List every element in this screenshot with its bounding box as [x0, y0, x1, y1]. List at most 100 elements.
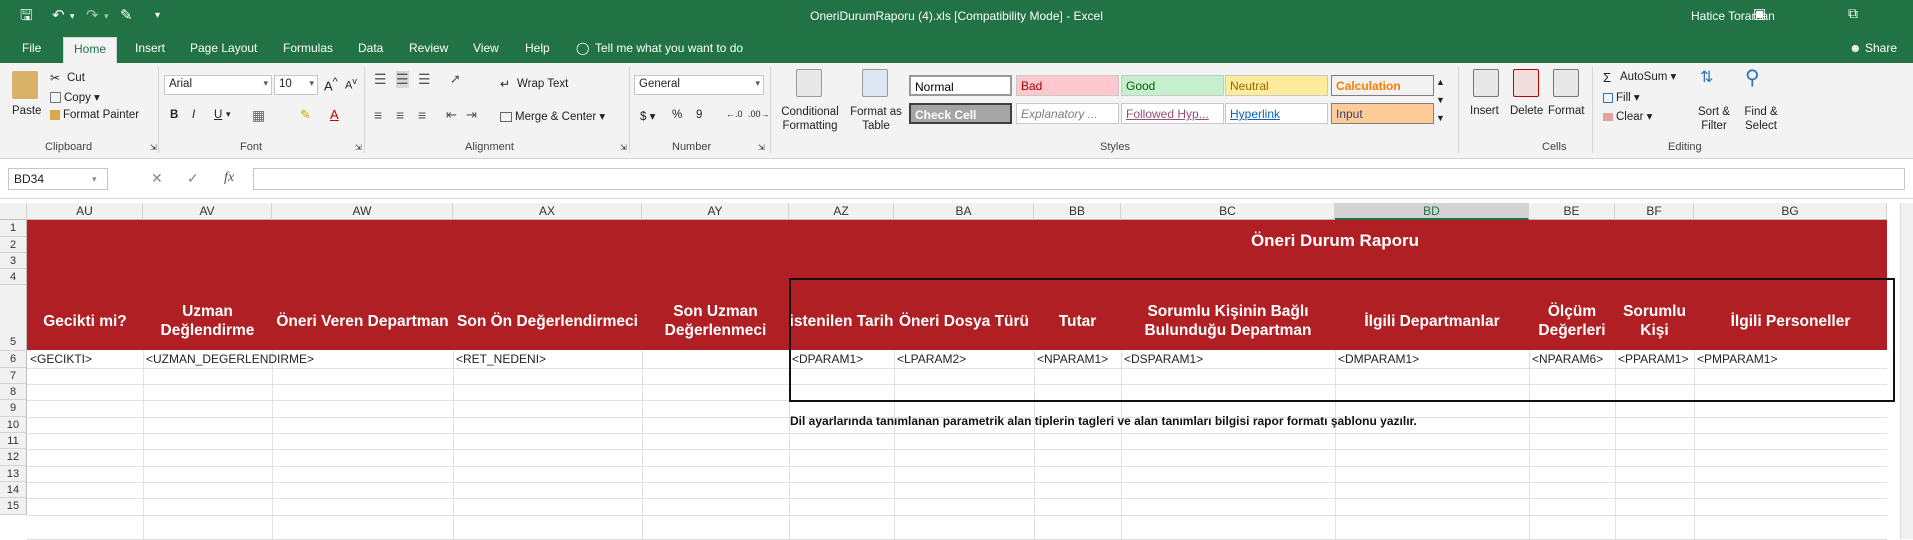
row-header-4[interactable]: 4 — [0, 269, 27, 285]
increase-decimal-icon[interactable]: ←.0 — [726, 109, 743, 119]
row-header-15[interactable]: 15 — [0, 498, 27, 515]
clipboard-launcher-icon[interactable]: ⇲ — [150, 143, 157, 152]
column-header-bf[interactable]: BF — [1615, 203, 1694, 220]
borders-icon[interactable]: ▦ — [252, 107, 265, 124]
row-header-10[interactable]: 10 — [0, 417, 27, 433]
font-size-select[interactable]: 10 — [274, 75, 318, 95]
align-center-icon[interactable]: ≡ — [396, 107, 404, 123]
bold-button[interactable]: B — [170, 109, 178, 121]
clear-button[interactable]: Clear ▾ — [1603, 109, 1652, 123]
align-left-icon[interactable]: ≡ — [374, 107, 382, 123]
tab-review[interactable]: Review — [409, 41, 448, 55]
column-header-av[interactable]: AV — [143, 203, 272, 220]
cell-style-good[interactable]: Good — [1121, 75, 1224, 96]
column-header-ax[interactable]: AX — [453, 203, 642, 220]
tab-view[interactable]: View — [473, 41, 499, 55]
underline-dropdown-icon[interactable]: ▾ — [226, 109, 231, 120]
format-as-table-button[interactable]: Format as Table — [850, 105, 902, 133]
row-header-8[interactable]: 8 — [0, 384, 27, 400]
bottom-align-icon[interactable]: ☰ — [418, 71, 431, 88]
conditional-formatting-button[interactable]: Conditional Formatting — [779, 105, 841, 133]
cell-style-check-cell[interactable]: Check Cell — [909, 103, 1012, 124]
tell-me-input[interactable]: Tell me what you want to do — [595, 41, 743, 55]
row-header-2[interactable]: 2 — [0, 237, 27, 253]
top-align-icon[interactable]: ☰ — [374, 71, 387, 88]
data-cell-ay6[interactable] — [642, 351, 789, 368]
grow-font-icon[interactable]: A^ — [324, 76, 338, 93]
fill-color-icon[interactable]: ✎ — [300, 107, 311, 123]
number-launcher-icon[interactable]: ⇲ — [758, 143, 765, 152]
fill-button[interactable]: Fill ▾ — [1603, 90, 1640, 104]
formula-input[interactable] — [253, 168, 1905, 190]
sort-filter-icon[interactable]: ⇅ — [1700, 67, 1713, 87]
column-header-ba[interactable]: BA — [894, 203, 1034, 220]
paste-icon[interactable] — [12, 71, 38, 99]
find-select-button[interactable]: Find & Select — [1740, 105, 1782, 133]
copy-button[interactable]: Copy ▾ — [50, 90, 100, 104]
column-header-bc[interactable]: BC — [1121, 203, 1335, 220]
format-as-table-icon[interactable] — [862, 69, 888, 97]
paste-button[interactable]: Paste — [12, 105, 41, 117]
number-format-select[interactable]: General — [634, 75, 764, 95]
tab-help[interactable]: Help — [525, 41, 550, 55]
middle-align-icon[interactable]: ☰ — [396, 71, 409, 88]
report-title[interactable]: Öneri Durum Raporu — [1130, 231, 1540, 251]
row-header-7[interactable]: 7 — [0, 368, 27, 384]
tab-home[interactable]: Home — [63, 37, 118, 63]
format-cells-button[interactable]: Format — [1548, 105, 1584, 117]
row-header-13[interactable]: 13 — [0, 466, 27, 482]
increase-indent-icon[interactable]: ⇥ — [466, 107, 477, 123]
italic-button[interactable]: I — [192, 109, 195, 121]
row-header-9[interactable]: 9 — [0, 400, 27, 417]
tab-file[interactable]: File — [22, 41, 41, 55]
row-header-5[interactable]: 5 — [0, 285, 27, 351]
shrink-font-icon[interactable]: Av — [345, 76, 357, 92]
row-header-1[interactable]: 1 — [0, 220, 27, 237]
vertical-scrollbar[interactable] — [1900, 203, 1913, 539]
ribbon-display-icon[interactable]: ▣ — [1753, 5, 1766, 22]
data-cell-au6[interactable]: <GECIKTI> — [27, 351, 143, 368]
cell-style-normal[interactable]: Normal — [909, 75, 1012, 96]
tab-insert[interactable]: Insert — [135, 41, 165, 55]
select-all-corner[interactable] — [0, 203, 27, 220]
header-cell-au[interactable]: Gecikti mi? — [27, 293, 143, 349]
cell-style-hyperlink[interactable]: Hyperlink — [1225, 103, 1328, 124]
row-header-14[interactable]: 14 — [0, 482, 27, 498]
wrap-text-button[interactable]: ↵ Wrap Text — [500, 77, 568, 91]
name-box-dropdown-icon[interactable]: ▾ — [92, 174, 97, 185]
column-header-bg[interactable]: BG — [1694, 203, 1887, 220]
tab-formulas[interactable]: Formulas — [283, 41, 333, 55]
header-cell-av[interactable]: Uzman Değlendirme — [143, 293, 272, 349]
format-painter-button[interactable]: Format Painter — [50, 109, 139, 121]
sort-filter-button[interactable]: Sort & Filter — [1693, 105, 1735, 133]
column-header-bd[interactable]: BD — [1335, 203, 1529, 220]
orientation-icon[interactable]: ➚ — [450, 71, 461, 87]
column-header-bb[interactable]: BB — [1034, 203, 1121, 220]
column-header-be[interactable]: BE — [1529, 203, 1615, 220]
decrease-indent-icon[interactable]: ⇤ — [446, 107, 457, 123]
cell-style-neutral[interactable]: Neutral — [1225, 75, 1328, 96]
conditional-formatting-icon[interactable] — [796, 69, 822, 97]
gallery-down-icon[interactable]: ▼ — [1436, 95, 1445, 105]
alignment-launcher-icon[interactable]: ⇲ — [620, 143, 627, 152]
autosum-button[interactable]: Σ AutoSum ▾ — [1603, 69, 1676, 85]
column-header-aw[interactable]: AW — [272, 203, 453, 220]
font-color-icon[interactable]: A — [330, 107, 339, 122]
tab-data[interactable]: Data — [358, 41, 383, 55]
header-cell-aw[interactable]: Öneri Veren Departman — [272, 293, 453, 349]
currency-button[interactable]: $ ▾ — [640, 109, 655, 123]
header-cell-ay[interactable]: Son Uzman Değerlenmeci — [642, 293, 789, 349]
row-header-6[interactable]: 6 — [0, 351, 27, 368]
cell-style-explanatory[interactable]: Explanatory ... — [1016, 103, 1119, 124]
header-cell-ax[interactable]: Son Ön Değerlendirmeci — [453, 293, 642, 349]
tab-page-layout[interactable]: Page Layout — [190, 41, 257, 55]
cell-style-input[interactable]: Input — [1331, 103, 1434, 124]
restore-icon[interactable]: ⧉ — [1848, 5, 1858, 22]
cut-button[interactable]: ✂ Cut — [50, 71, 85, 85]
data-cell-av6[interactable]: <UZMAN_DEGERLENDIRME> — [143, 351, 314, 368]
column-header-ay[interactable]: AY — [642, 203, 789, 220]
column-header-az[interactable]: AZ — [789, 203, 894, 220]
align-right-icon[interactable]: ≡ — [418, 107, 426, 123]
template-note[interactable]: Dil ayarlarında tanımlanan parametrik al… — [790, 414, 1417, 428]
decrease-decimal-icon[interactable]: .00→ — [748, 109, 770, 119]
